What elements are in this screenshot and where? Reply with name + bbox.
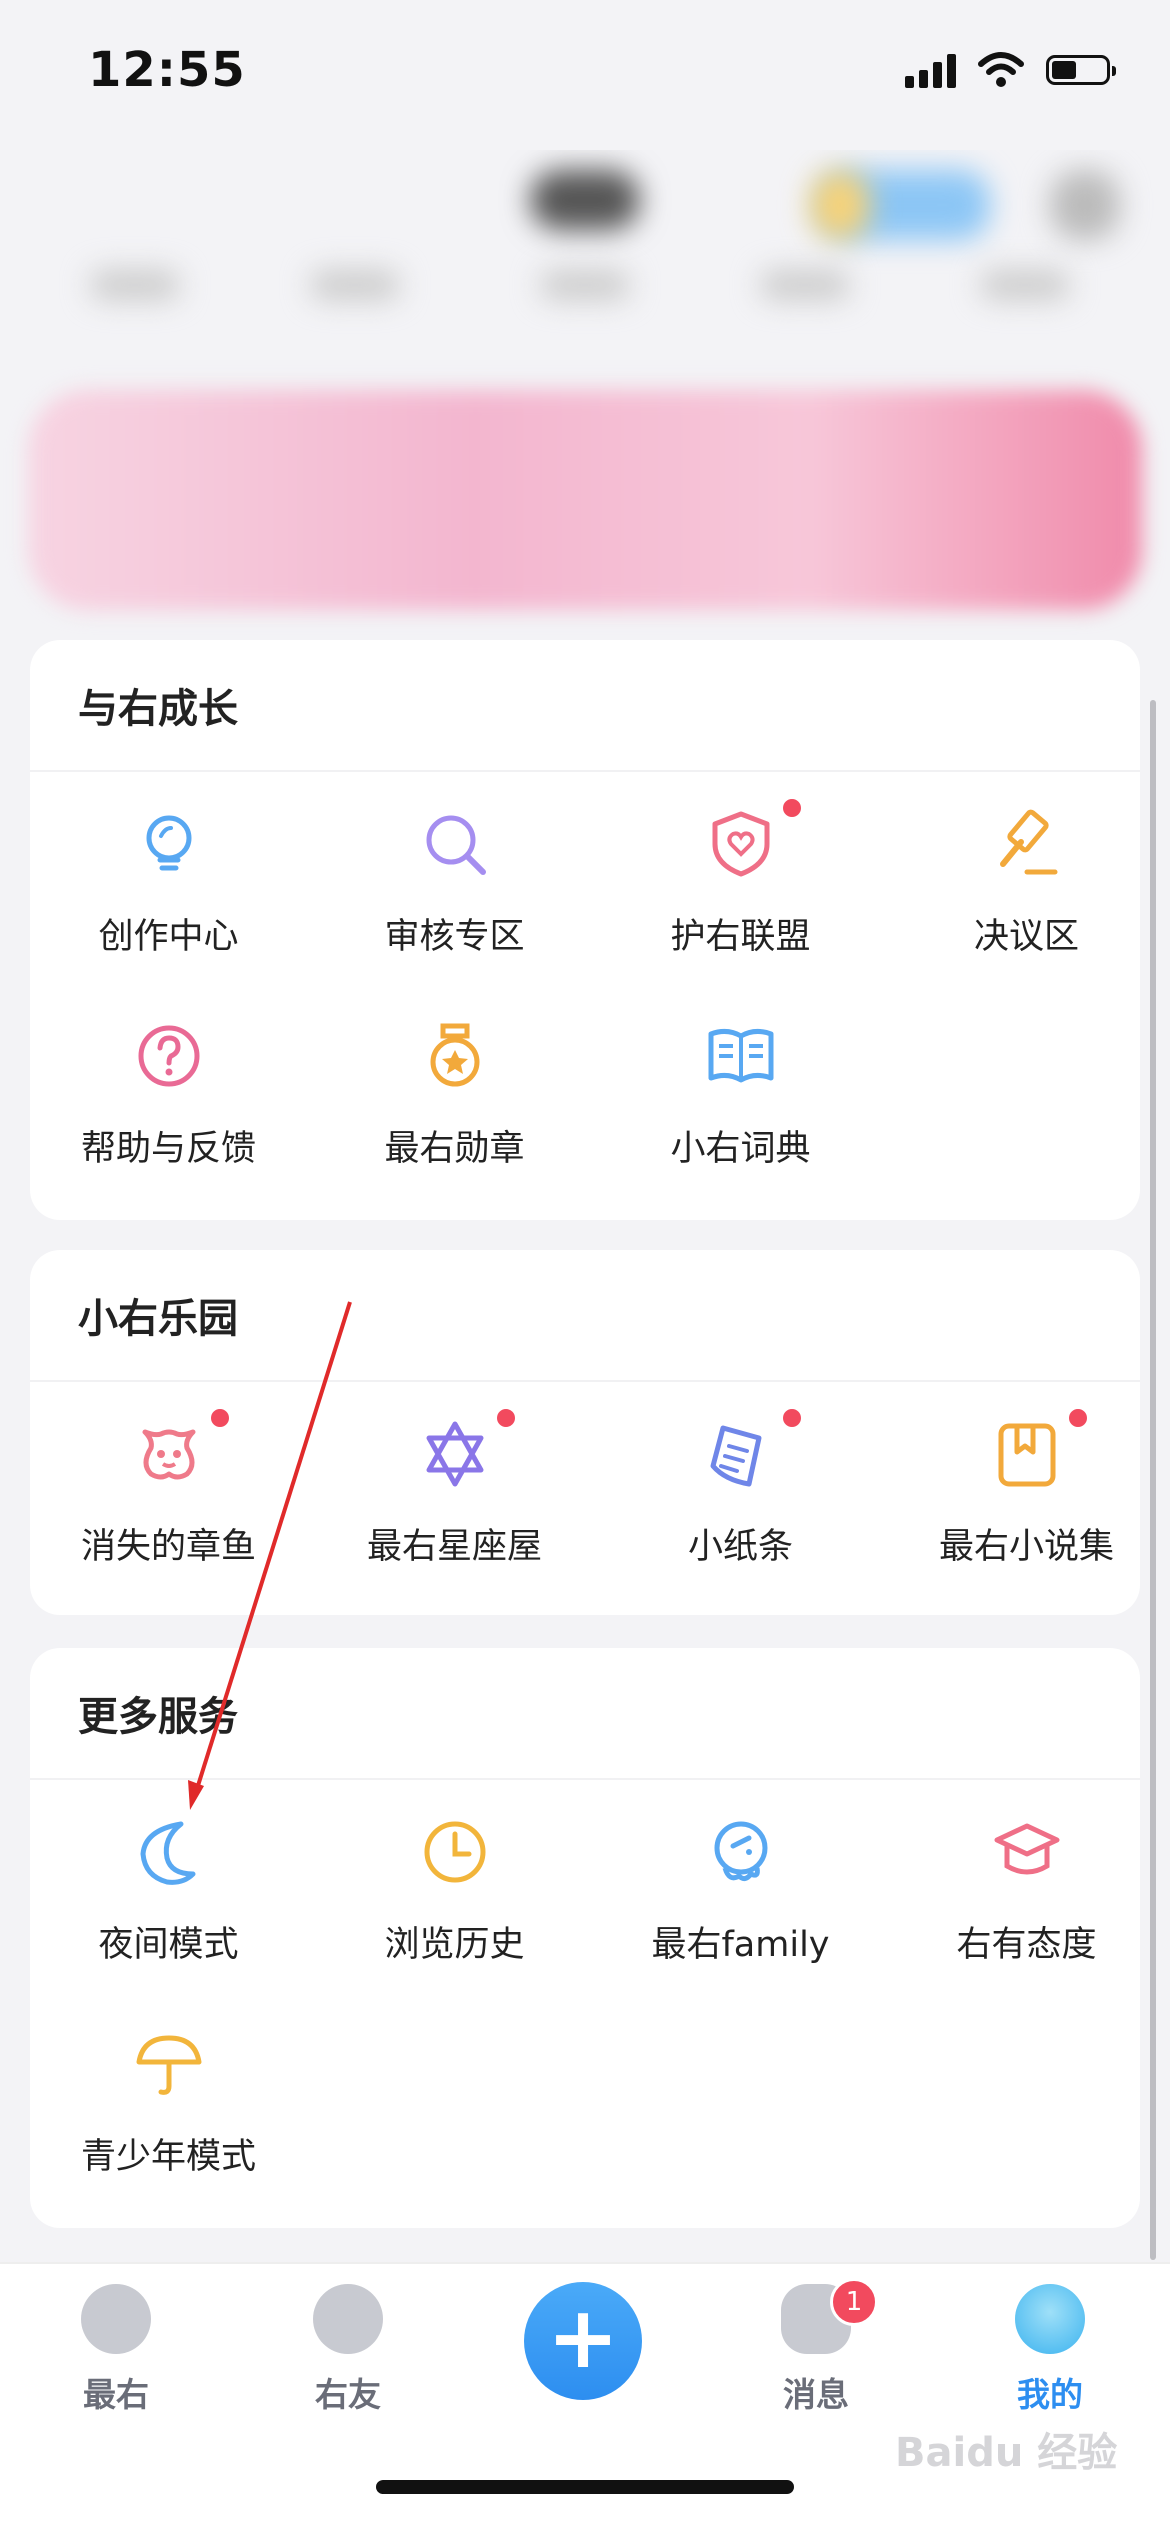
family-icon (705, 1816, 777, 1888)
item-label: 最右小说集 (938, 1527, 1114, 1567)
item-label: 消失的章鱼 (80, 1527, 256, 1567)
star-icon (419, 1418, 491, 1490)
status-icons (905, 52, 1116, 88)
notification-dot (780, 1406, 804, 1430)
card-growth: 与右成长 创作中心 审核专区 护右联盟 决议区 帮助与反馈 最右勋章 小右词典 (30, 640, 1140, 1220)
scrollbar[interactable] (1150, 700, 1156, 2260)
status-time: 12:55 (88, 42, 246, 98)
card-title-more: 更多服务 (78, 1694, 238, 1740)
ghost-face-icon (81, 2284, 151, 2354)
magnifier-icon (419, 808, 491, 880)
octopus-icon (133, 1418, 205, 1490)
item-label: 浏览历史 (384, 1925, 525, 1965)
create-post-button[interactable]: + (524, 2282, 642, 2400)
medal-icon (419, 1020, 491, 1092)
notification-dot (208, 1406, 232, 1430)
book-icon (705, 1020, 777, 1092)
item-label: 护右联盟 (670, 917, 811, 957)
help-icon (133, 1020, 205, 1092)
status-bar: 12:55 (0, 0, 1170, 140)
gavel-icon (991, 808, 1063, 880)
divider (30, 1778, 1140, 1780)
item-label: 决议区 (973, 917, 1079, 957)
cellular-signal-icon (905, 52, 956, 88)
tab-label: 消息 (783, 2375, 849, 2414)
tab-me[interactable]: 我的 (960, 2284, 1140, 2416)
item-label: 帮助与反馈 (80, 1129, 256, 1169)
item-label: 夜间模式 (98, 1925, 239, 1965)
watermark: Baidu 经验 (895, 2430, 1118, 2476)
moon-icon (133, 1816, 205, 1888)
tab-label: 我的 (1017, 2375, 1083, 2414)
notification-dot (494, 1406, 518, 1430)
notification-dot (780, 796, 804, 820)
card-title-growth: 与右成长 (78, 686, 238, 732)
item-label: 最右星座屋 (366, 1527, 542, 1567)
card-more-services: 更多服务 夜间模式 浏览历史 最右family 右有态度 青少年模式 (30, 1648, 1140, 2228)
tab-home[interactable]: 最右 (26, 2284, 206, 2416)
notification-dot (1066, 1406, 1090, 1430)
item-label: 最右family (651, 1925, 830, 1965)
planet-icon (313, 2284, 383, 2354)
promo-banner[interactable] (28, 390, 1142, 610)
tab-label: 最右 (83, 2375, 149, 2414)
crystal-ball-icon (1015, 2284, 1085, 2354)
item-label: 小右词典 (670, 1129, 811, 1169)
home-indicator[interactable] (376, 2480, 794, 2494)
tab-label: 右友 (315, 2375, 381, 2414)
tab-friends[interactable]: 右友 (258, 2284, 438, 2416)
novel-icon (991, 1418, 1063, 1490)
item-label: 青少年模式 (80, 2137, 256, 2177)
clock-icon (419, 1816, 491, 1888)
divider (30, 770, 1140, 772)
tab-messages[interactable]: 1 消息 (726, 2278, 906, 2416)
shield-heart-icon (705, 808, 777, 880)
item-label: 右有态度 (956, 1925, 1097, 1965)
unread-badge: 1 (830, 2278, 878, 2326)
battery-icon (1046, 55, 1116, 85)
graduation-cap-icon (991, 1816, 1063, 1888)
wifi-icon (978, 52, 1024, 87)
item-label: 审核专区 (384, 917, 525, 957)
divider (30, 1380, 1140, 1382)
card-park: 小右乐园 消失的章鱼 最右星座屋 小纸条 最右小说集 (30, 1250, 1140, 1615)
item-label: 最右勋章 (384, 1129, 525, 1169)
item-label: 创作中心 (98, 917, 239, 957)
lightbulb-icon (133, 808, 205, 880)
umbrella-icon (133, 2028, 205, 2100)
note-icon (705, 1418, 777, 1490)
card-title-park: 小右乐园 (78, 1296, 238, 1342)
item-label: 小纸条 (687, 1527, 793, 1567)
